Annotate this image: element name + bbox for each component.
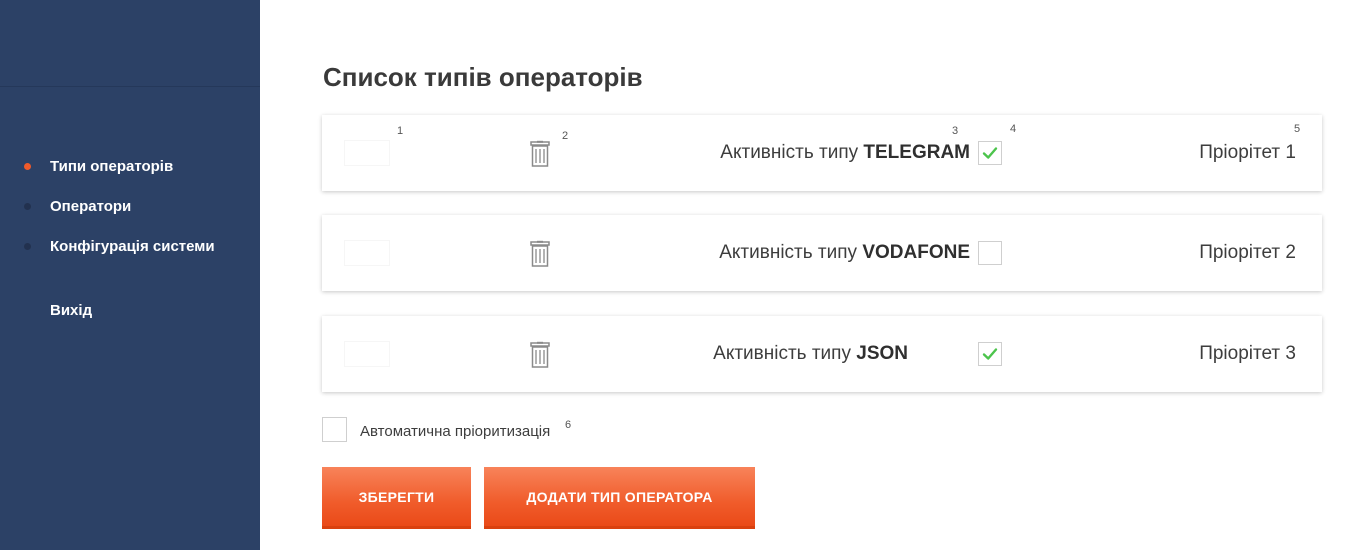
activity-label: Активність типу	[713, 343, 851, 364]
sidebar-divider	[0, 86, 260, 87]
sidebar: Типи операторів Оператори Конфігурація с…	[0, 0, 260, 550]
operator-type-name: TELEGRAM	[863, 142, 970, 163]
activity-text: Активність типу TELEGRAM	[720, 142, 970, 164]
auto-prioritization-checkbox[interactable]	[322, 417, 347, 442]
operator-card: Активність типу VODAFONE Пріорітет 2	[322, 215, 1322, 291]
page-title: Список типів операторів	[323, 62, 643, 92]
auto-prioritization-label: Автоматична пріоритизація	[360, 423, 551, 440]
drag-handle[interactable]	[344, 341, 390, 367]
priority-label: Пріорітет	[1199, 343, 1281, 364]
annotation-marker: 2	[562, 130, 569, 142]
sidebar-item-label: Типи операторів	[50, 158, 174, 175]
active-checkbox[interactable]	[978, 342, 1002, 366]
trash-icon[interactable]	[527, 341, 553, 369]
drag-handle[interactable]	[344, 240, 390, 266]
sidebar-item-operators[interactable]: Оператори	[24, 198, 132, 215]
sidebar-item-label: Оператори	[50, 198, 132, 215]
save-button[interactable]: ЗБЕРЕГТИ	[322, 467, 471, 529]
priority-value: 1	[1285, 142, 1296, 163]
logout-label: Вихід	[50, 302, 93, 319]
priority-text: Пріорітет 3	[1199, 343, 1296, 365]
priority-value: 3	[1285, 343, 1296, 364]
operator-type-name: JSON	[856, 343, 908, 364]
priority-text: Пріорітет 2	[1199, 242, 1296, 264]
drag-handle[interactable]	[344, 140, 390, 166]
priority-label: Пріорітет	[1199, 242, 1281, 263]
annotation-marker: 3	[952, 125, 959, 137]
activity-label: Активність типу	[719, 242, 858, 263]
check-icon	[982, 348, 998, 360]
activity-text: Активність типу VODAFONE	[719, 242, 970, 264]
active-bullet-icon	[24, 163, 31, 170]
sidebar-item-label: Конфігурація системи	[50, 238, 215, 255]
activity-label: Активність типу	[720, 142, 859, 163]
annotation-marker: 6	[565, 419, 572, 431]
active-checkbox[interactable]	[978, 241, 1002, 265]
priority-text: Пріорітет 1	[1199, 142, 1296, 164]
bullet-icon	[24, 243, 31, 250]
annotation-marker: 5	[1294, 123, 1301, 135]
trash-icon[interactable]	[527, 140, 553, 168]
active-checkbox[interactable]	[978, 141, 1002, 165]
operator-card: 1 2 Активність типу TELEGRAM 3 4 Пріоріт…	[322, 115, 1322, 191]
add-operator-type-button[interactable]: ДОДАТИ ТИП ОПЕРАТОРА	[484, 467, 755, 529]
logout-link[interactable]: Вихід	[50, 302, 92, 319]
annotation-marker: 1	[397, 125, 404, 137]
activity-text: Активність типу JSON	[713, 343, 908, 365]
bullet-icon	[24, 203, 31, 210]
operator-card: Активність типу JSON Пріорітет 3	[322, 316, 1322, 392]
operator-type-name: VODAFONE	[862, 242, 970, 263]
trash-icon[interactable]	[527, 240, 553, 268]
priority-value: 2	[1285, 242, 1296, 263]
annotation-marker: 4	[1010, 123, 1017, 135]
priority-label: Пріорітет	[1199, 142, 1281, 163]
check-icon	[982, 147, 998, 159]
sidebar-item-system-config[interactable]: Конфігурація системи	[24, 238, 215, 255]
sidebar-item-operator-types[interactable]: Типи операторів	[24, 158, 174, 175]
